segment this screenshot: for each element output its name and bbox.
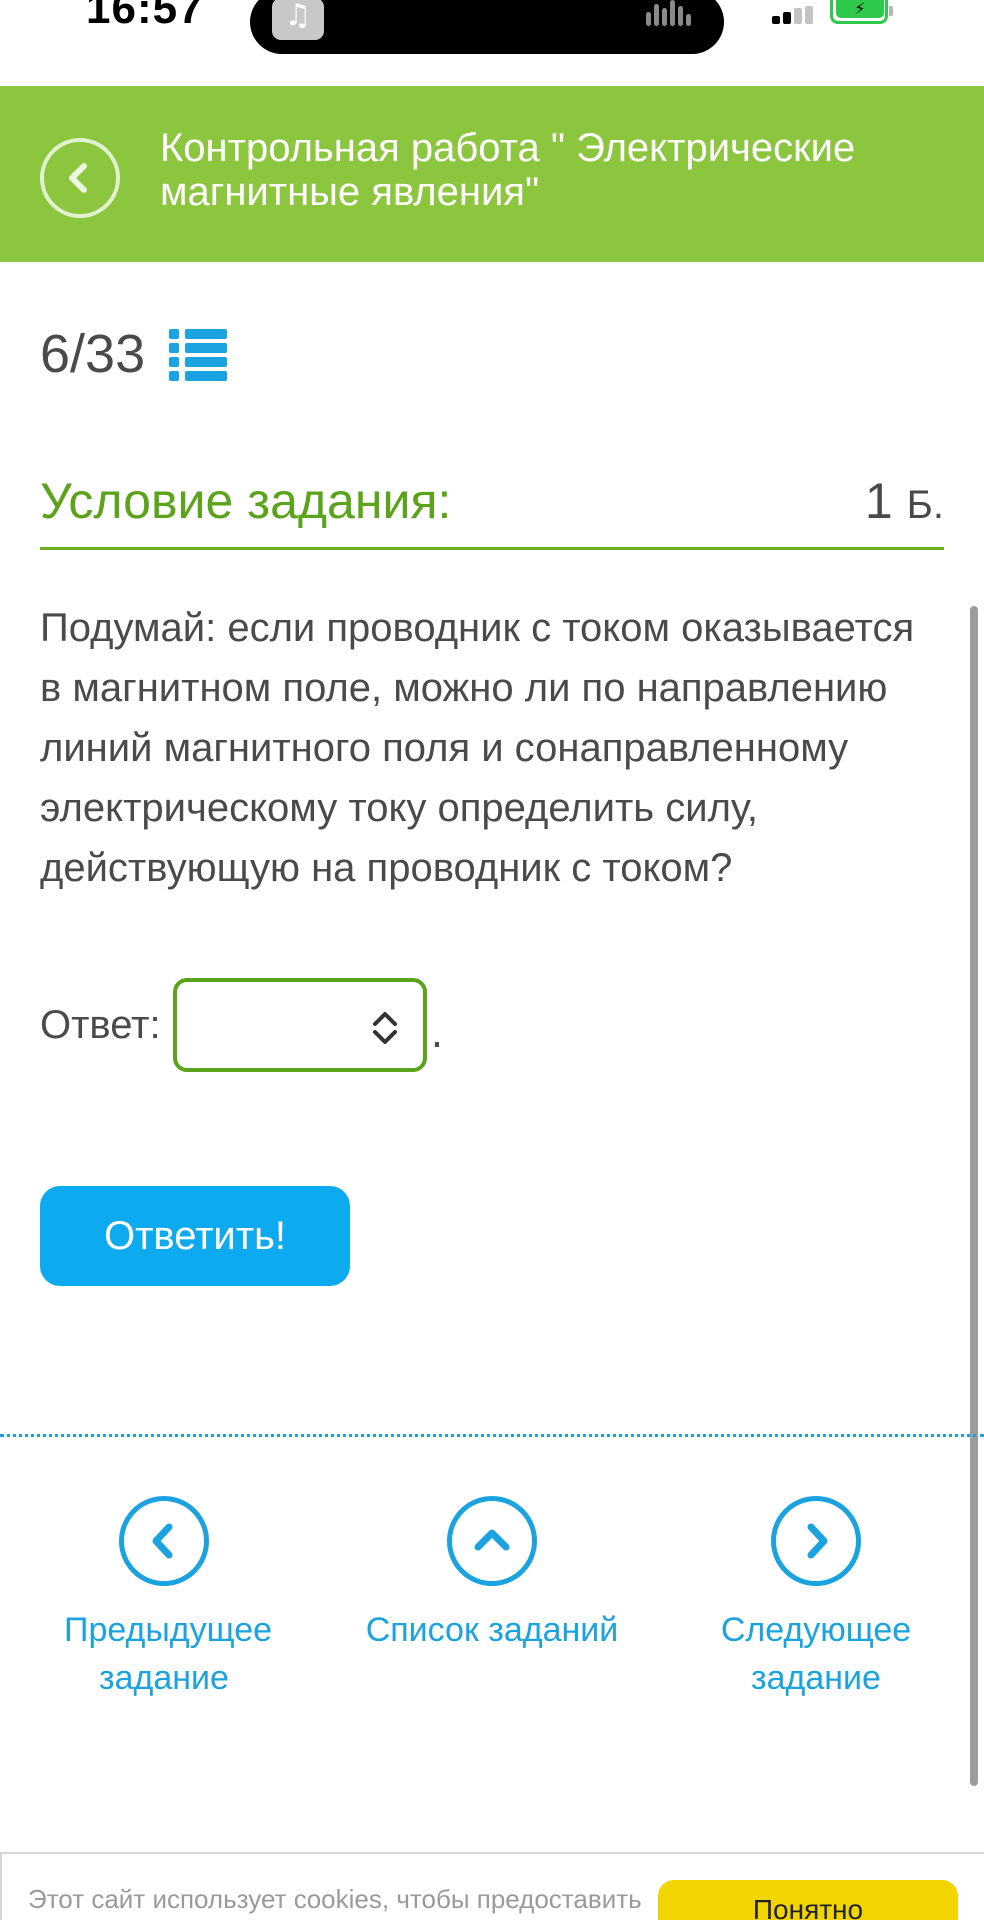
next-task-label: Следующее задание bbox=[720, 1611, 912, 1697]
task-counter: 6/33 bbox=[40, 322, 228, 386]
cellular-signal-icon bbox=[772, 6, 818, 24]
answer-select[interactable] bbox=[172, 978, 427, 1072]
previous-task-button[interactable]: Предыдущее задание bbox=[64, 1496, 273, 1702]
question-text: Подумай: если проводник с током оказывае… bbox=[40, 606, 915, 890]
cookie-accept-button[interactable]: Понятно bbox=[658, 1880, 958, 1920]
task-list-label: Список заданий bbox=[365, 1611, 619, 1649]
task-counter-text: 6/33 bbox=[40, 324, 146, 384]
dotted-divider bbox=[0, 1434, 984, 1437]
next-task-button[interactable]: Следующее задание bbox=[716, 1496, 916, 1702]
answer-row: Ответ: . bbox=[40, 978, 443, 1072]
answer-suffix: . bbox=[430, 1011, 444, 1057]
previous-task-label: Предыдущее задание bbox=[64, 1611, 273, 1697]
page-title: Контрольная работа " Электрические магни… bbox=[160, 126, 856, 214]
list-circle bbox=[447, 1496, 537, 1586]
cookie-banner: Этот сайт использует cookies, чтобы пред… bbox=[0, 1852, 984, 1920]
header-bar: Контрольная работа " Электрические магни… bbox=[0, 86, 984, 262]
next-circle bbox=[771, 1496, 861, 1586]
scrollbar[interactable] bbox=[970, 606, 978, 1786]
chevron-up-icon bbox=[474, 1529, 510, 1551]
task-section-header: Условие задания: 1 Б. bbox=[40, 460, 944, 550]
cookie-text: Этот сайт использует cookies, чтобы пред… bbox=[28, 1884, 642, 1914]
task-list-button[interactable]: Список заданий bbox=[352, 1496, 632, 1654]
waveform-icon bbox=[646, 0, 704, 26]
status-time: 16:57 bbox=[86, 0, 204, 33]
task-list-icon[interactable] bbox=[169, 327, 228, 381]
back-button[interactable] bbox=[40, 138, 120, 218]
chevron-left-icon bbox=[152, 1523, 173, 1559]
points-value: 1 bbox=[864, 473, 893, 529]
section-title: Условие задания: bbox=[40, 473, 452, 529]
battery-icon: ⚡ bbox=[830, 0, 893, 24]
submit-answer-button[interactable]: Ответить! bbox=[40, 1186, 350, 1286]
chevron-right-icon bbox=[807, 1523, 828, 1559]
dynamic-island: ♫ bbox=[250, 0, 724, 54]
chevron-left-icon bbox=[69, 163, 87, 193]
points-unit: Б. bbox=[906, 483, 944, 527]
answer-label: Ответ: bbox=[40, 1002, 161, 1047]
task-points: 1 Б. bbox=[865, 472, 944, 530]
up-down-chevron-icon bbox=[372, 1012, 397, 1044]
previous-circle bbox=[119, 1496, 209, 1586]
status-bar: 16:57 ♫ ⚡ bbox=[0, 0, 984, 86]
music-icon: ♫ bbox=[272, 0, 324, 40]
